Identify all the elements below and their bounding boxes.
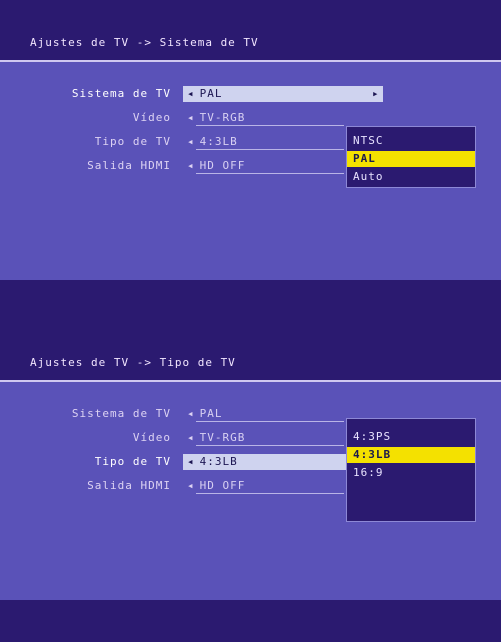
setting-label: Salida HDMI <box>87 479 171 492</box>
setting-label: Sistema de TV <box>71 407 171 420</box>
left-arrow-icon[interactable]: ◂ <box>187 159 194 172</box>
option-16-9[interactable]: 16:9 <box>347 465 475 481</box>
tv-settings-screen-type: Ajustes de TV -> Tipo de TV Sistema de T… <box>0 290 501 642</box>
setting-row-sistema[interactable]: Sistema de TV ◂ PAL ▸ <box>0 86 501 102</box>
screen-title: Ajustes de TV -> Tipo de TV <box>30 356 236 369</box>
bottom-band <box>0 600 501 642</box>
option-4-3lb[interactable]: 4:3LB <box>347 447 475 463</box>
left-arrow-icon[interactable]: ◂ <box>187 87 194 100</box>
setting-label: Vídeo <box>132 111 171 124</box>
left-arrow-icon[interactable]: ◂ <box>187 479 194 492</box>
options-dropdown[interactable]: 4:3PS 4:3LB 16:9 <box>346 418 476 522</box>
setting-value[interactable]: ◂ TV-RGB <box>183 110 343 126</box>
setting-value[interactable]: ◂ HD OFF <box>183 158 343 174</box>
setting-value[interactable]: ◂ PAL <box>183 406 343 422</box>
right-arrow-icon[interactable]: ▸ <box>372 87 379 100</box>
setting-value[interactable]: ◂ 4:3LB <box>183 134 343 150</box>
value-underline <box>196 173 344 174</box>
left-arrow-icon[interactable]: ◂ <box>187 431 194 444</box>
value-underline <box>196 125 344 126</box>
bottom-band <box>0 280 501 290</box>
value-underline <box>196 149 344 150</box>
left-arrow-icon[interactable]: ◂ <box>187 455 194 468</box>
option-pal[interactable]: PAL <box>347 151 475 167</box>
setting-label: Vídeo <box>132 431 171 444</box>
setting-value[interactable]: ◂ TV-RGB <box>183 430 343 446</box>
option-auto[interactable]: Auto <box>347 169 475 185</box>
setting-value[interactable]: ◂ PAL <box>183 86 383 102</box>
left-arrow-icon[interactable]: ◂ <box>187 135 194 148</box>
left-arrow-icon[interactable]: ◂ <box>187 111 194 124</box>
setting-label: Tipo de TV <box>94 135 171 148</box>
setting-label: Tipo de TV <box>94 455 171 468</box>
value-underline <box>196 445 344 446</box>
options-dropdown[interactable]: NTSC PAL Auto <box>346 126 476 188</box>
tv-settings-screen-system: Ajustes de TV -> Sistema de TV Sistema d… <box>0 0 501 290</box>
value-underline <box>196 493 344 494</box>
value-underline <box>196 421 344 422</box>
setting-value[interactable]: ◂ HD OFF <box>183 478 343 494</box>
option-ntsc[interactable]: NTSC <box>347 133 475 149</box>
setting-label: Sistema de TV <box>71 87 171 100</box>
setting-label: Salida HDMI <box>87 159 171 172</box>
left-arrow-icon[interactable]: ◂ <box>187 407 194 420</box>
screen-title: Ajustes de TV -> Sistema de TV <box>30 36 259 49</box>
setting-row-video[interactable]: Vídeo ◂ TV-RGB <box>0 110 501 126</box>
top-band <box>0 0 501 62</box>
option-4-3ps[interactable]: 4:3PS <box>347 429 475 445</box>
